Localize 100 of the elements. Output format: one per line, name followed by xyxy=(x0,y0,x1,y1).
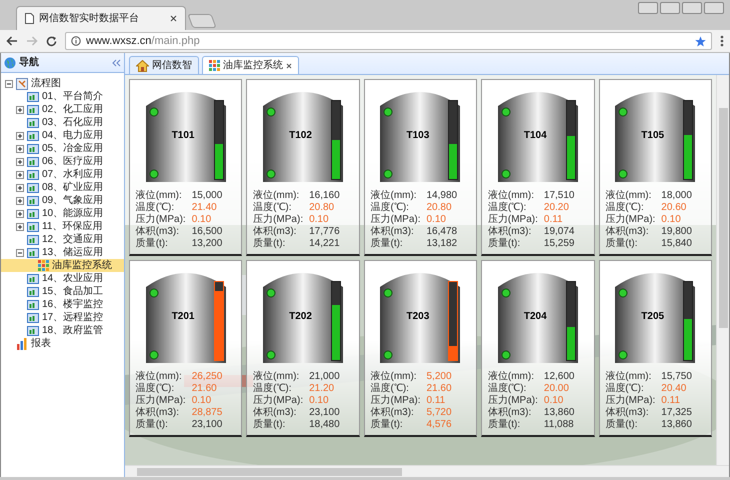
reading-label: 温度(℃): xyxy=(605,383,645,394)
tree-item[interactable]: 13、储运应用 xyxy=(1,246,124,259)
reading-value: 14,980 xyxy=(426,190,458,202)
reading-value: 0.11 xyxy=(544,214,563,226)
reading-label: 压力(MPa): xyxy=(370,395,422,407)
tree-item[interactable]: 07、水利应用 xyxy=(1,168,124,181)
reading-value: 16,500 xyxy=(192,226,222,238)
page-tab[interactable]: 油库监控系统 xyxy=(202,56,299,74)
reading-label: 体积(m3): xyxy=(488,407,532,418)
reading-label: 液位(mm): xyxy=(136,190,183,202)
reading-value: 21,000 xyxy=(309,371,340,383)
reading-label: 温度(℃): xyxy=(370,383,410,394)
reading-label: 体积(m3): xyxy=(136,226,180,238)
reading-label: 压力(MPa): xyxy=(605,214,656,226)
reading-value: 15,750 xyxy=(661,371,692,383)
tree-item[interactable]: 05、冶金应用 xyxy=(1,142,124,155)
reading-label: 温度(℃): xyxy=(488,202,528,214)
tank-name: T204 xyxy=(524,310,547,324)
tree-item[interactable]: 03、石化应用 xyxy=(1,116,124,129)
tree-item[interactable]: 12、交通应用 xyxy=(1,233,124,246)
address-bar[interactable]: www.wxsz.cn/main.php xyxy=(65,32,712,50)
reading-label: 体积(m3): xyxy=(370,226,415,238)
tree-item[interactable]: 15、食品加工 xyxy=(1,285,124,298)
reading-label: 质量(t): xyxy=(136,419,169,431)
reading-label: 压力(MPa): xyxy=(605,395,656,407)
reading-label: 压力(MPa): xyxy=(488,395,539,407)
reading-value: 21.60 xyxy=(192,383,217,395)
reading-value: 16,160 xyxy=(309,190,340,202)
reading-value: 15,000 xyxy=(192,190,222,202)
reading-label: 温度(℃): xyxy=(136,383,176,394)
reading-value: 16,478 xyxy=(426,226,458,238)
reading-value: 28,875 xyxy=(192,407,222,419)
reading-label: 液位(mm): xyxy=(370,371,418,382)
reading-label: 液位(mm): xyxy=(253,190,300,202)
reading-value: 20.60 xyxy=(661,202,686,214)
tank-name: T202 xyxy=(289,310,312,324)
reading-label: 体积(m3): xyxy=(136,407,180,418)
reading-value: 0.11 xyxy=(661,395,680,407)
tree-item[interactable]: 08、矿业应用 xyxy=(1,181,124,194)
reading-label: 体积(m3): xyxy=(370,407,415,418)
reading-value: 20.40 xyxy=(661,383,686,395)
reading-label: 体积(m3): xyxy=(488,226,532,238)
reading-value: 21.60 xyxy=(426,383,452,395)
browser-tab[interactable]: 网信数智实时数据平台 xyxy=(16,6,186,30)
reading-label: 质量(t): xyxy=(253,419,286,431)
reading-value: 0.10 xyxy=(661,214,681,226)
tree-item[interactable]: 17、远程监控 xyxy=(1,311,124,324)
reading-value: 19,074 xyxy=(544,226,574,238)
tree-item[interactable]: 报表 xyxy=(1,337,124,350)
reading-value: 20.80 xyxy=(309,202,334,214)
reading-value: 21.20 xyxy=(309,383,334,395)
reading-value: 19,800 xyxy=(661,226,692,238)
reading-value: 0.10 xyxy=(309,214,329,226)
reading-label: 质量(t): xyxy=(253,238,286,250)
tree-item[interactable]: 10、能源应用 xyxy=(1,207,124,220)
reading-label: 液位(mm): xyxy=(253,371,300,382)
reading-value: 18,480 xyxy=(309,419,340,431)
reading-label: 温度(℃): xyxy=(605,202,645,214)
tree-item[interactable]: 14、农业应用 xyxy=(1,272,124,285)
reading-label: 质量(t): xyxy=(488,238,522,250)
reading-value: 0.11 xyxy=(426,395,446,407)
reading-value: 17,325 xyxy=(661,407,692,419)
tree-item[interactable]: 油库监控系统 xyxy=(1,259,124,272)
tree-item[interactable]: 01、平台简介 xyxy=(1,90,124,103)
page-tab[interactable]: 网信数智 xyxy=(129,56,199,74)
tree-item[interactable]: 06、医疗应用 xyxy=(1,155,124,168)
tree-item[interactable]: 18、政府监管 xyxy=(1,324,124,337)
reading-label: 液位(mm): xyxy=(488,371,535,382)
reading-label: 液位(mm): xyxy=(605,371,652,382)
reading-label: 体积(m3): xyxy=(253,226,298,238)
reading-label: 质量(t): xyxy=(136,238,169,250)
tree-item[interactable]: 16、楼宇监控 xyxy=(1,298,124,311)
reading-label: 液位(mm): xyxy=(136,371,183,382)
reading-label: 质量(t): xyxy=(370,419,404,431)
reading-value: 13,200 xyxy=(192,238,222,250)
reading-value: 20.20 xyxy=(544,202,569,214)
reading-label: 压力(MPa): xyxy=(136,214,187,226)
reading-value: 0.10 xyxy=(192,214,212,226)
reading-value: 13,860 xyxy=(544,407,574,419)
tree-item[interactable]: 02、化工应用 xyxy=(1,103,124,116)
tree-item[interactable]: 流程图 xyxy=(1,77,124,90)
reading-label: 质量(t): xyxy=(488,419,522,431)
reading-label: 压力(MPa): xyxy=(136,395,187,407)
tank-name: T203 xyxy=(406,310,430,324)
reading-value: 23,100 xyxy=(192,419,222,431)
reading-value: 5,720 xyxy=(426,407,452,419)
reading-value: 13,860 xyxy=(661,419,692,431)
tank-name: T105 xyxy=(641,129,664,143)
reading-value: 0.10 xyxy=(544,395,564,407)
reading-value: 26,250 xyxy=(192,371,222,383)
reading-value: 5,200 xyxy=(426,371,452,383)
tree-item[interactable]: 09、气象应用 xyxy=(1,194,124,207)
reading-value: 13,182 xyxy=(426,238,458,250)
reading-label: 体积(m3): xyxy=(253,407,298,418)
reading-label: 温度(℃): xyxy=(136,202,176,214)
tree-item[interactable]: 04、电力应用 xyxy=(1,129,124,142)
reading-value: 17,776 xyxy=(309,226,340,238)
tree-item[interactable]: 11、环保应用 xyxy=(1,220,124,233)
reading-value: 12,600 xyxy=(544,371,574,383)
reading-label: 质量(t): xyxy=(605,238,639,250)
